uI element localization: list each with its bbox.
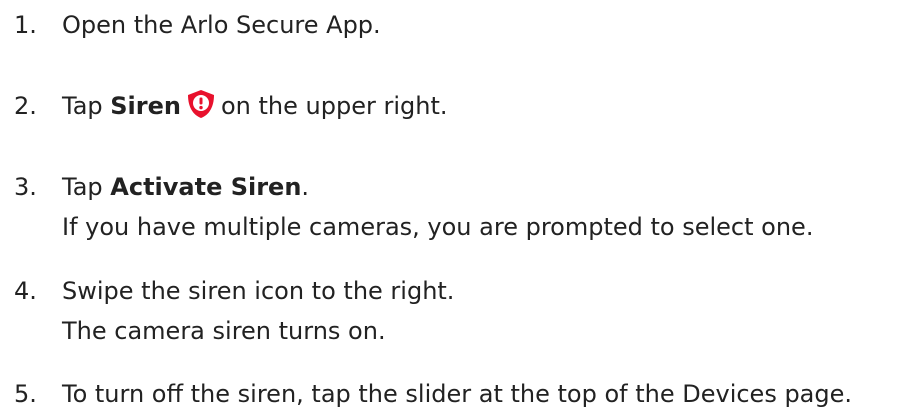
step-1: 1. Open the Arlo Secure App. — [14, 4, 381, 46]
step-4: 4. Swipe the siren icon to the right. — [14, 270, 454, 312]
step-3-note: If you have multiple cameras, you are pr… — [62, 213, 814, 241]
step-number: 5. — [14, 380, 37, 408]
step-4-note: The camera siren turns on. — [62, 317, 386, 345]
siren-label: Siren — [110, 92, 181, 120]
step-number: 2. — [14, 92, 37, 120]
step-text: Open the Arlo Secure App. — [62, 11, 381, 39]
step-number: 4. — [14, 277, 37, 305]
step-text: To turn off the siren, tap the slider at… — [62, 380, 853, 408]
step-text: Tap — [62, 92, 111, 120]
step-text: on the upper right. — [220, 92, 448, 120]
activate-siren-label: Activate Siren — [110, 173, 302, 201]
step-number: 3. — [14, 173, 37, 201]
step-text: Tap — [62, 173, 111, 201]
step-5: 5. To turn off the siren, tap the slider … — [14, 373, 852, 415]
step-text: Swipe the siren icon to the right. — [62, 277, 455, 305]
step-text: . — [301, 173, 310, 201]
step-3: 3. Tap Activate Siren. — [14, 166, 309, 208]
siren-icon — [181, 90, 221, 120]
step-number: 1. — [14, 11, 37, 39]
step-2: 2. Tap Siren on the upper right. — [14, 85, 447, 127]
